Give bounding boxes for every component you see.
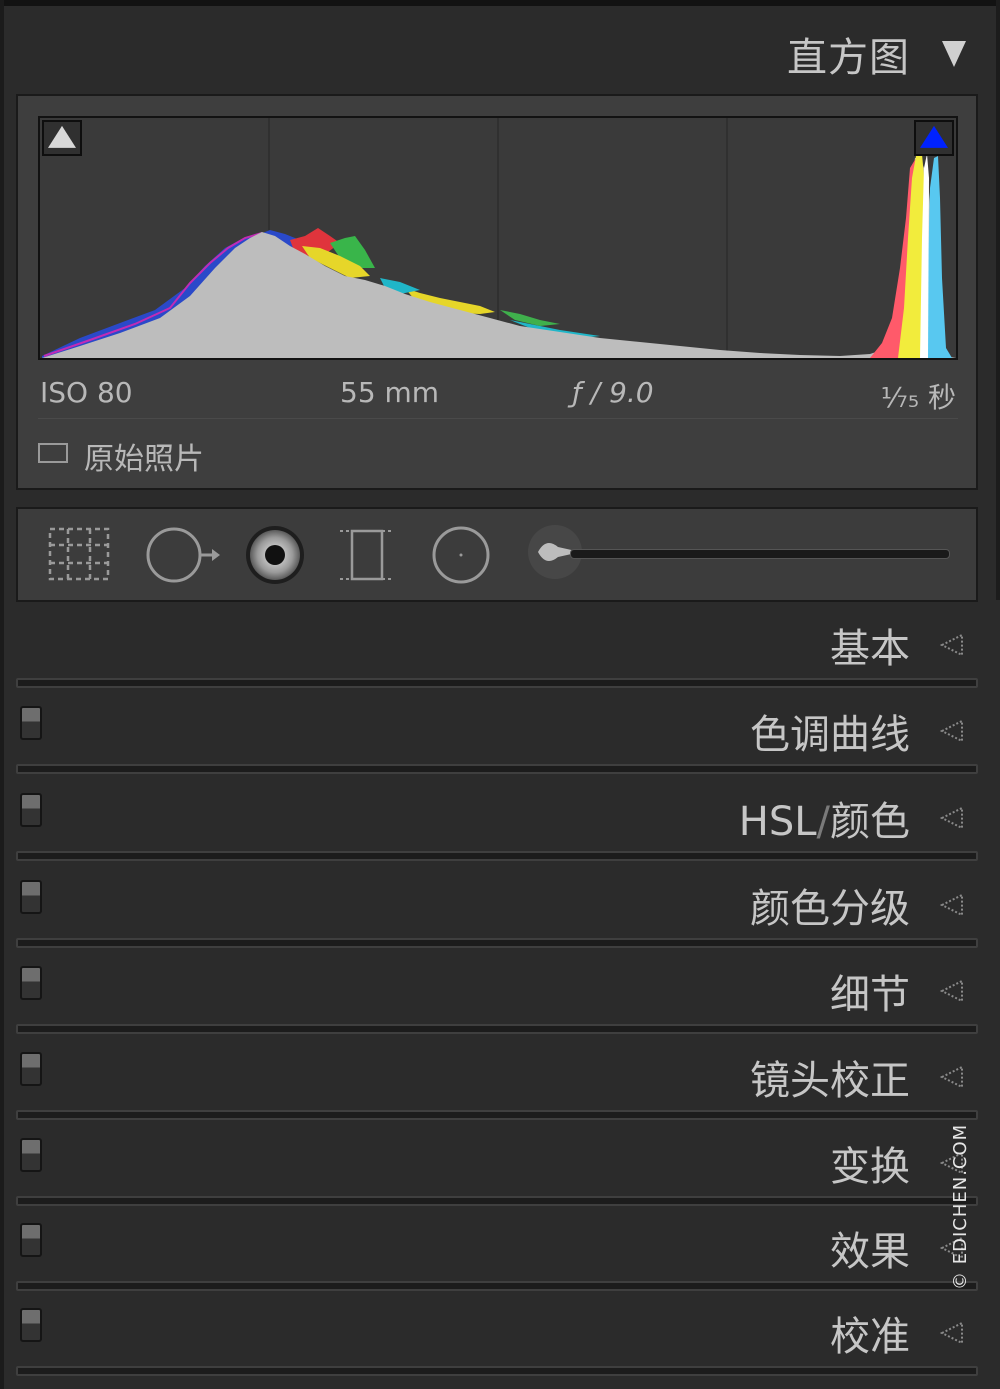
triangle-up-icon [920,125,948,148]
spot-removal-icon [146,527,220,583]
section-hsl-color[interactable]: HSL/颜色 [6,775,996,861]
section-divider [16,851,978,861]
tool-strip [16,507,978,602]
section-enable-toggle[interactable] [20,1223,42,1257]
collapse-arrow-icon[interactable] [940,1065,964,1089]
section-label-separator: / [816,799,830,845]
section-enable-toggle[interactable] [20,966,42,1000]
histogram-panel-title: 直方图 [787,35,910,81]
histogram-svg [42,118,956,358]
red-eye-icon [246,526,304,584]
section-divider [16,1366,978,1376]
section-label: 细节 [830,972,910,1018]
window-left-border [0,0,4,1389]
section-label: 基本 [830,626,910,672]
collapse-arrow-icon[interactable] [940,1321,964,1345]
highlight-clipping-toggle[interactable] [914,120,954,156]
exif-info-row: ISO 80 55 mm ƒ / 9.0 ⅟₇₅ 秒 [38,366,958,414]
section-enable-toggle[interactable] [20,1138,42,1172]
spot-removal-tool[interactable] [144,523,220,587]
section-calibration[interactable]: 校准 [6,1290,996,1376]
window-top-border [0,0,1000,6]
section-enable-toggle[interactable] [20,1052,42,1086]
section-label: 色调曲线 [750,712,910,758]
histogram-graph[interactable] [38,116,958,360]
section-enable-toggle[interactable] [20,880,42,914]
shadow-clipping-toggle[interactable] [42,120,82,156]
section-divider [16,1024,978,1034]
graduated-filter-icon [340,529,394,581]
section-color-grading[interactable]: 颜色分级 [6,862,996,948]
section-label: HSL/颜色 [739,789,910,847]
scrollbar[interactable] [996,0,1000,600]
section-label: 效果 [830,1229,910,1275]
radial-filter-icon [432,526,490,584]
brush-size-slider[interactable] [570,549,950,559]
iso-value: ISO 80 [40,376,133,409]
histogram-panel: ISO 80 55 mm ƒ / 9.0 ⅟₇₅ 秒 原始照片 [16,94,978,490]
watermark: © EDICHEN.COM [950,1123,971,1290]
histogram-panel-header[interactable]: 直方图 [6,14,996,94]
crop-overlay-icon [48,527,110,581]
collapse-arrow-icon[interactable] [940,806,964,830]
collapse-arrow-icon[interactable] [940,719,964,743]
section-label-hsl: HSL [738,799,817,845]
section-divider [16,678,978,688]
section-enable-toggle[interactable] [20,1308,42,1342]
section-label: 镜头校正 [750,1058,910,1104]
section-enable-toggle[interactable] [20,793,42,827]
section-divider [16,938,978,948]
collapse-arrow-icon[interactable] [940,633,964,657]
radial-filter-tool[interactable] [428,523,494,587]
focal-length-value: 55 mm [340,376,440,409]
original-photo-checkbox[interactable] [38,443,68,463]
section-label: 校准 [830,1314,910,1360]
section-label: 颜色分级 [750,886,910,932]
section-tone-curve[interactable]: 色调曲线 [6,688,996,774]
histogram-cyan-highlight [926,156,952,358]
section-divider [16,1110,978,1120]
original-photo-label: 原始照片 [84,442,204,477]
section-transform[interactable]: 变换 [6,1120,996,1206]
section-effects[interactable]: 效果 [6,1205,996,1291]
section-lens-corrections[interactable]: 镜头校正 [6,1034,996,1120]
section-detail[interactable]: 细节 [6,948,996,1034]
divider [38,418,958,419]
section-enable-toggle[interactable] [20,706,42,740]
collapse-arrow-icon[interactable] [940,893,964,917]
section-basic[interactable]: 基本 [6,602,996,688]
shutter-speed-value: ⅟₇₅ 秒 [880,381,956,414]
aperture-value: ƒ / 9.0 [572,376,654,409]
red-eye-tool[interactable] [242,523,308,587]
histogram-luminance [42,158,956,358]
crop-overlay-tool[interactable] [46,523,112,587]
triangle-up-icon [48,125,76,148]
section-divider [16,764,978,774]
graduated-filter-tool[interactable] [334,523,400,587]
collapse-arrow-icon[interactable] [940,979,964,1003]
section-label: 变换 [830,1144,910,1190]
section-label-color: 颜色 [830,799,910,845]
triangle-down-icon[interactable] [942,41,966,67]
